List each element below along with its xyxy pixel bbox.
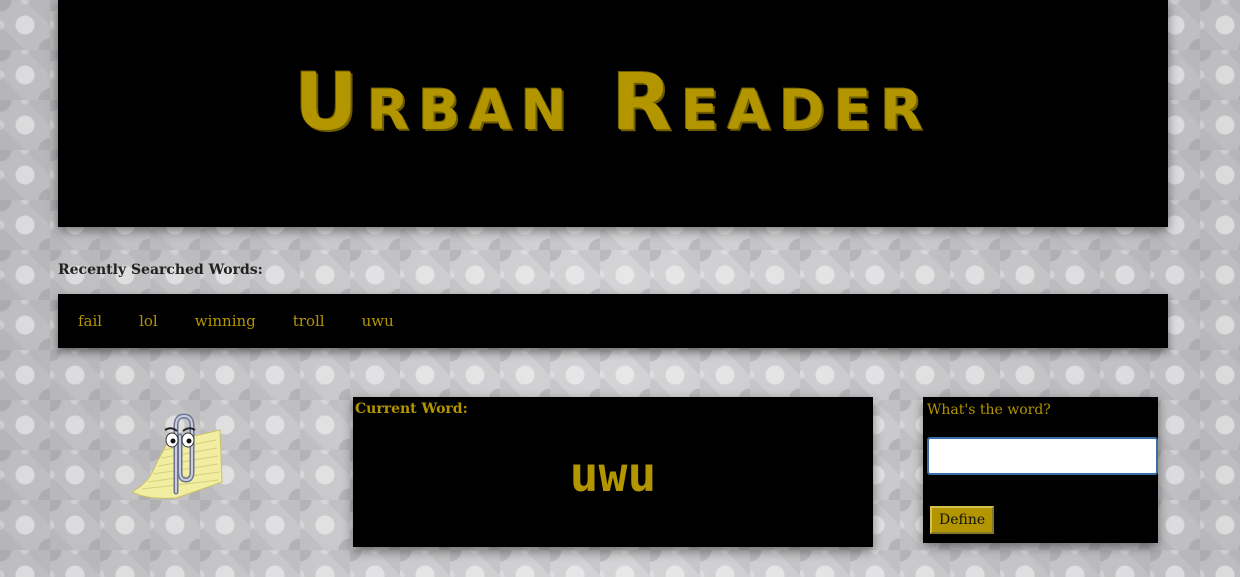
recent-word-fail[interactable]: fail [78,312,102,330]
current-word-label: Current Word: [355,401,468,417]
recent-word-troll[interactable]: troll [293,312,325,330]
recent-word-uwu[interactable]: uwu [362,312,394,330]
current-word-panel: Current Word: uwu [353,397,873,547]
search-panel: What's the word? Define [923,397,1158,543]
recent-word-winning[interactable]: winning [195,312,256,330]
site-title: Urban Reader [294,57,932,148]
recent-words-heading: Recently Searched Words: [58,262,263,278]
word-search-input[interactable] [927,437,1158,475]
recent-word-lol[interactable]: lol [139,312,158,330]
header-banner: Urban Reader [58,0,1168,227]
recent-words-bar: fail lol winning troll uwu [58,294,1168,348]
search-label: What's the word? [927,402,1051,418]
current-word-value: uwu [569,447,657,503]
define-button[interactable]: Define [930,506,995,534]
clippy-paperclip-icon [130,413,223,499]
